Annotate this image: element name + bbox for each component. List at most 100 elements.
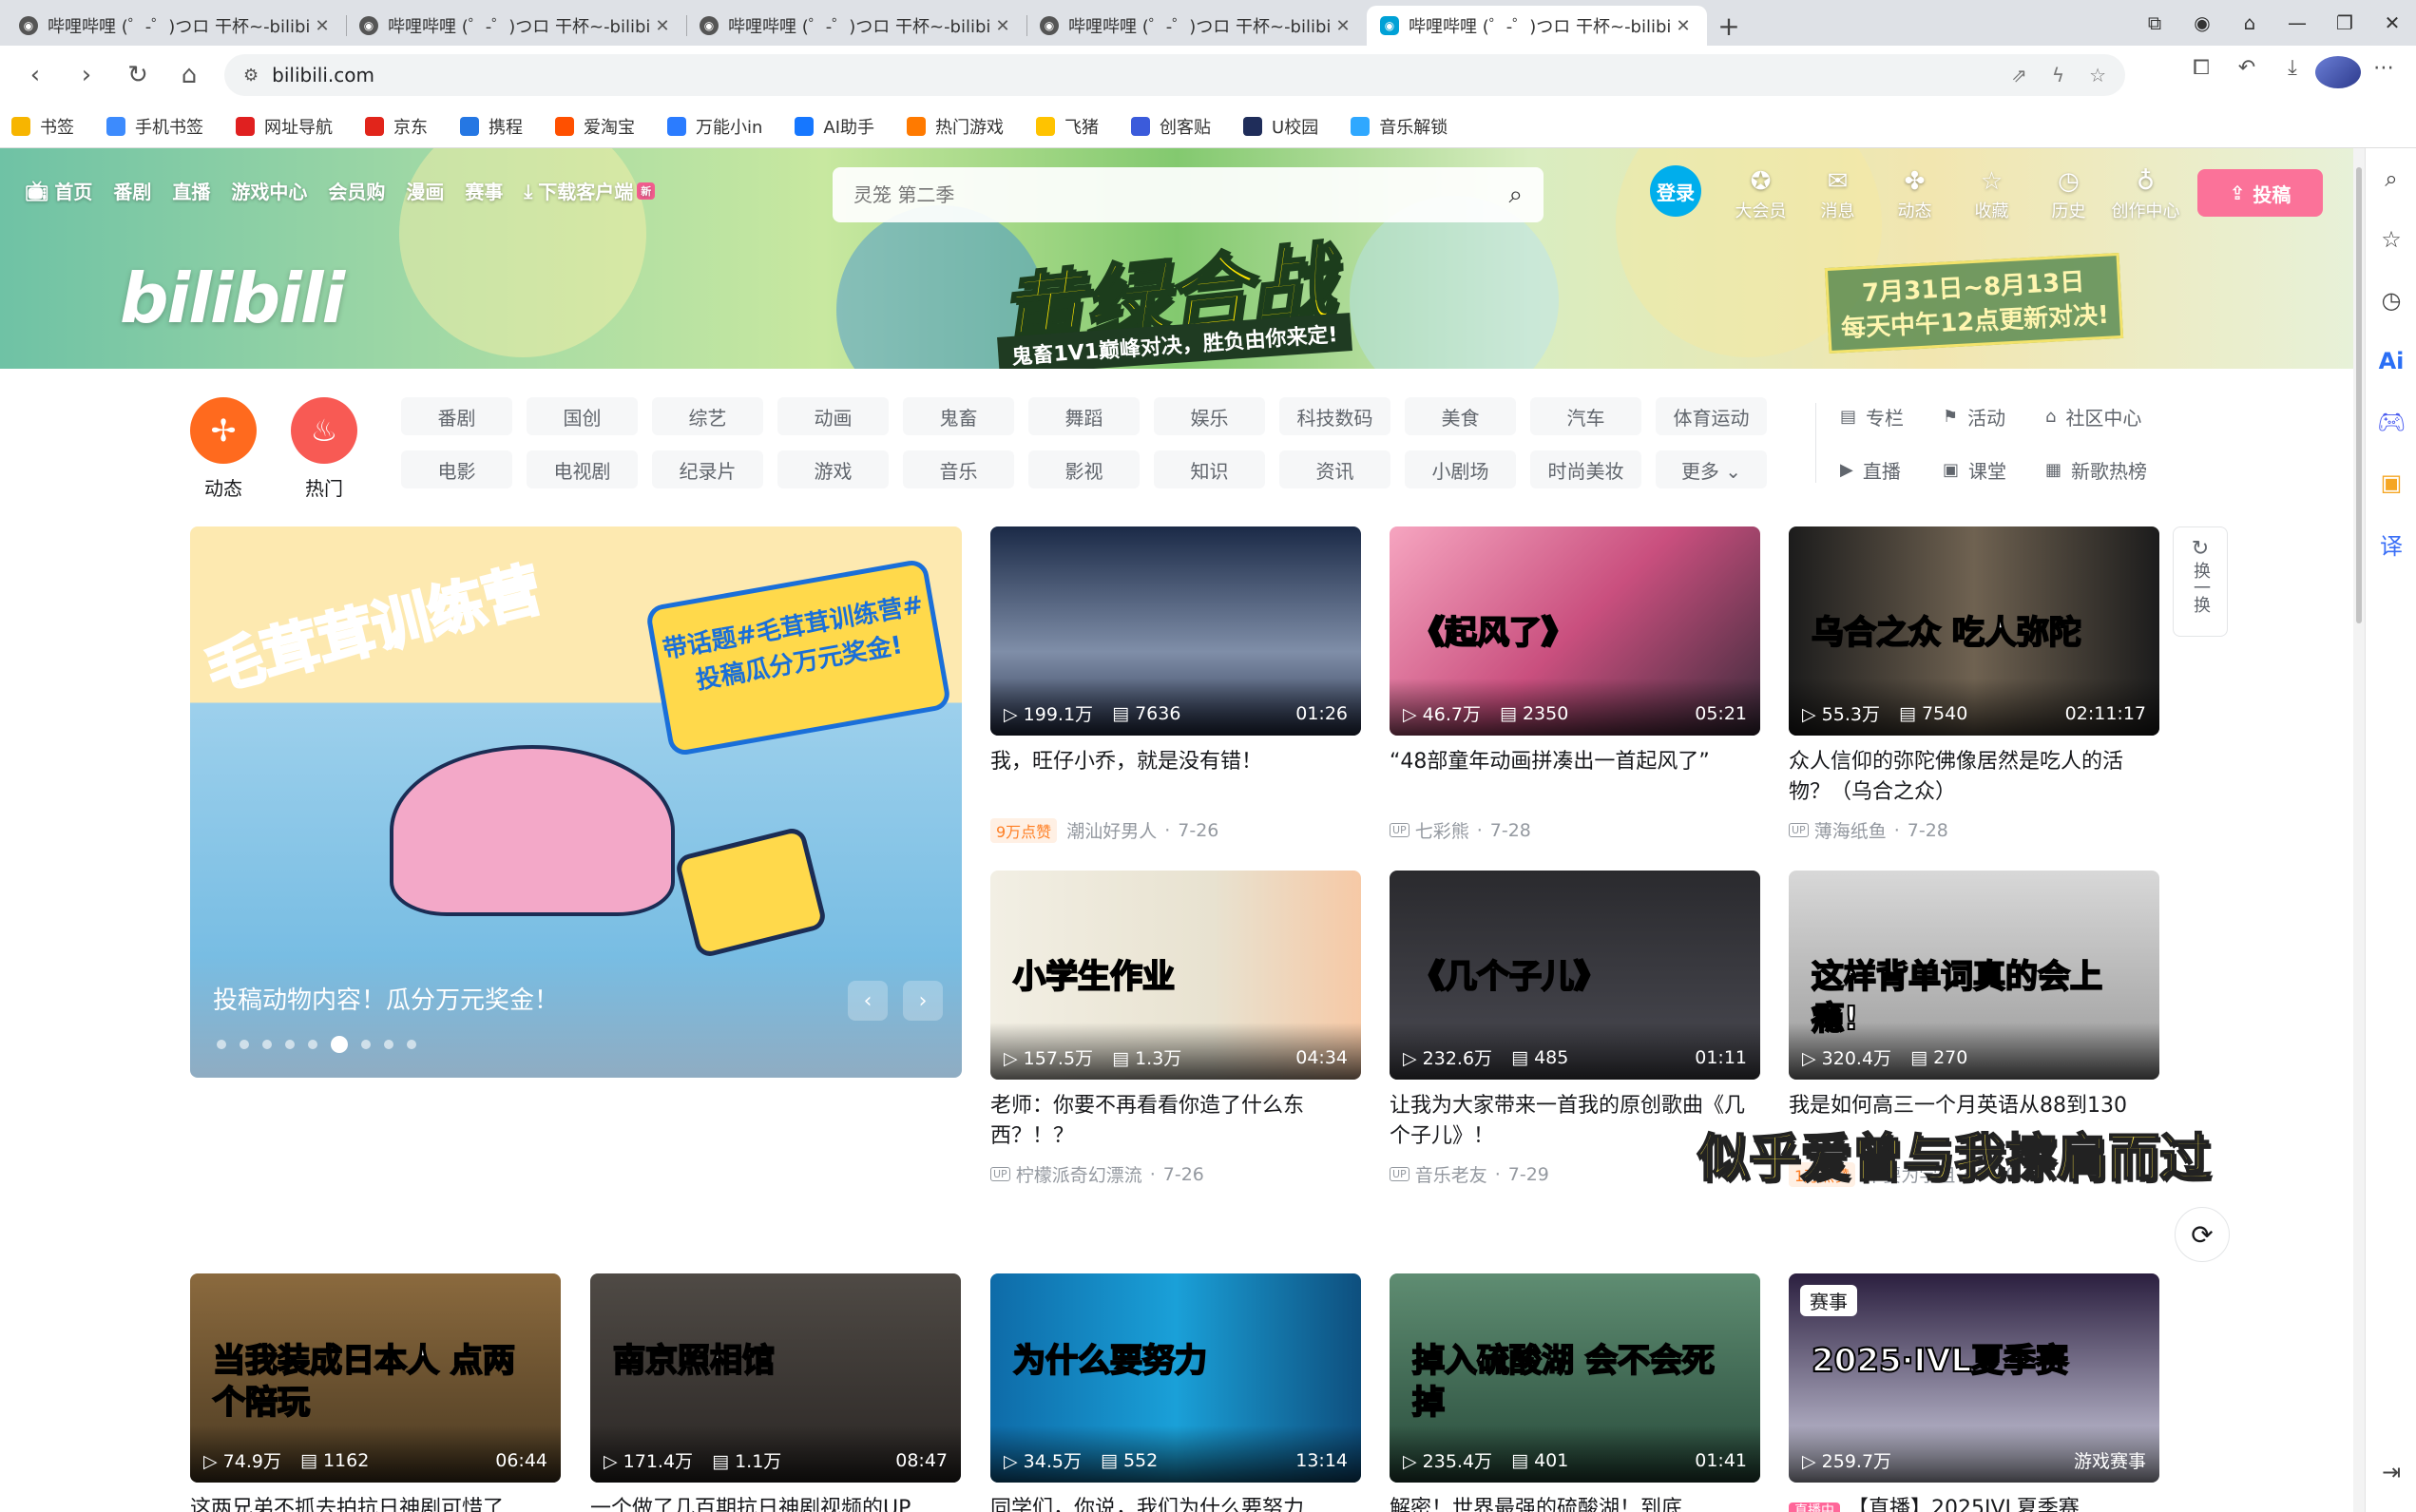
- top-nav-item[interactable]: 直播: [172, 177, 210, 204]
- video-thumbnail[interactable]: 乌合之众 吃人弥陀 ▷ 55.3万 ▤ 7540 02:11:17: [1789, 526, 2159, 736]
- upload-button[interactable]: ⇪ 投稿: [2197, 169, 2323, 217]
- channel-chip[interactable]: 综艺: [652, 397, 763, 435]
- channel-chip[interactable]: 电影: [401, 450, 512, 488]
- carousel-next-button[interactable]: ›: [903, 981, 943, 1021]
- channel-chip[interactable]: 国创: [527, 397, 638, 435]
- channel-chip[interactable]: 汽车: [1530, 397, 1641, 435]
- video-author[interactable]: 音乐老友: [1415, 1161, 1487, 1187]
- video-thumbnail[interactable]: 南京照相馆 ▷ 171.4万 ▤ 1.1万 08:47: [590, 1273, 961, 1483]
- bookmark-item[interactable]: 热门游戏: [907, 114, 1004, 139]
- video-thumbnail[interactable]: ▷ 199.1万 ▤ 7636 01:26: [990, 526, 1361, 736]
- user-nav-item[interactable]: ✉ 消息: [1799, 165, 1876, 222]
- incognito-icon[interactable]: ◉: [2178, 11, 2226, 34]
- search-box[interactable]: ⌕: [833, 167, 1544, 222]
- close-tab-icon[interactable]: ✕: [1333, 16, 1353, 36]
- top-nav-item[interactable]: 📺︎ 首页: [25, 177, 92, 204]
- video-card[interactable]: 小学生作业 ▷ 157.5万 ▤ 1.3万 04:34 老师：你要不再看看你造了什么东西…: [990, 871, 1361, 1187]
- video-thumbnail[interactable]: 这样背单词真的会上瘾! ▷ 320.4万 ▤ 270: [1789, 871, 2159, 1080]
- channel-chip[interactable]: 时尚美妆: [1530, 450, 1641, 488]
- channel-chip[interactable]: 科技数码: [1279, 397, 1390, 435]
- close-window-button[interactable]: ✕: [2368, 11, 2416, 34]
- video-title[interactable]: “48部童年动画拼凑出一首起风了”: [1390, 747, 1760, 808]
- carousel-dot[interactable]: [308, 1040, 317, 1049]
- carousel-dot[interactable]: [240, 1040, 249, 1049]
- video-thumbnail[interactable]: 《起风了》 ▷ 46.7万 ▤ 2350 05:21: [1390, 526, 1760, 736]
- bookmark-item[interactable]: AI助手: [795, 114, 874, 139]
- search-icon[interactable]: ⌕: [1508, 181, 1523, 210]
- bookmark-item[interactable]: 手机书签: [106, 114, 203, 139]
- search-input[interactable]: [853, 183, 1509, 206]
- video-card[interactable]: 《起风了》 ▷ 46.7万 ▤ 2350 05:21 “48部童年动画拼凑出一首起风了”…: [1390, 526, 1760, 843]
- bookmark-item[interactable]: U校园: [1243, 114, 1318, 139]
- translate-icon[interactable]: 译: [2366, 513, 2416, 574]
- user-nav-item[interactable]: ☆ 收藏: [1953, 165, 2030, 222]
- profile-avatar[interactable]: [2315, 56, 2361, 94]
- carousel-dot[interactable]: [217, 1040, 226, 1049]
- carousel-dot[interactable]: [262, 1040, 272, 1049]
- bookmark-item[interactable]: 万能小in: [667, 114, 762, 139]
- browser-tab[interactable]: ◉ 哔哩哔哩 (゜-゜)つロ 干杯~-bilibili ✕: [6, 6, 346, 46]
- video-title[interactable]: 一个做了几百期抗日神剧视频的UP: [590, 1494, 961, 1512]
- channel-chip[interactable]: 电视剧: [527, 450, 638, 488]
- undo-icon[interactable]: ↶: [2224, 56, 2270, 94]
- bookmark-star-icon[interactable]: ☆: [2089, 64, 2106, 86]
- channel-side-link[interactable]: ▣ 课堂: [1943, 450, 2045, 488]
- channel-chip[interactable]: 舞蹈: [1028, 397, 1140, 435]
- star-icon[interactable]: ☆: [2366, 209, 2416, 270]
- refresh-feed-button[interactable]: ↻ 换一换: [2173, 526, 2228, 637]
- channel-chip[interactable]: 纪录片: [652, 450, 763, 488]
- home-icon[interactable]: ⌂: [163, 61, 215, 89]
- banner-carousel[interactable]: 毛茸茸训练营 带话题#毛茸茸训练营# 投稿瓜分万元奖金! 投稿动物内容！瓜分万元…: [190, 526, 962, 1078]
- top-nav-item[interactable]: ⤓ 下载客户端新: [524, 177, 656, 204]
- video-title[interactable]: 老师：你要不再看看你造了什么东西？！？: [990, 1091, 1361, 1152]
- video-title[interactable]: 直播中 【直播】2025IVL夏季赛: [1789, 1494, 2159, 1512]
- close-tab-icon[interactable]: ✕: [1673, 16, 1694, 36]
- carousel-prev-button[interactable]: ‹: [848, 981, 888, 1021]
- forward-icon[interactable]: ›: [61, 61, 112, 89]
- extension-icon[interactable]: ⧉: [2131, 11, 2178, 34]
- history-icon[interactable]: ◷: [2366, 270, 2416, 331]
- user-nav-item[interactable]: ◷ 历史: [2030, 165, 2107, 222]
- browser-tab[interactable]: ◉ 哔哩哔哩 (゜-゜)つロ 干杯~-bilibili ✕: [1026, 6, 1367, 46]
- collapse-sidebar-icon[interactable]: ⇥: [2366, 1442, 2416, 1502]
- channel-side-link[interactable]: ⚑ 活动: [1943, 397, 2045, 435]
- bookmark-item[interactable]: 爱淘宝: [555, 114, 635, 139]
- video-author[interactable]: 七彩熊: [1415, 817, 1469, 843]
- channel-chip[interactable]: 知识: [1154, 450, 1265, 488]
- video-thumbnail[interactable]: 小学生作业 ▷ 157.5万 ▤ 1.3万 04:34: [990, 871, 1361, 1080]
- video-thumbnail[interactable]: 2025·IVL夏季赛 赛事 ▷ 259.7万 游戏赛事: [1789, 1273, 2159, 1483]
- site-info-icon[interactable]: ⚙: [243, 66, 259, 86]
- search-icon[interactable]: ⌕: [2366, 148, 2416, 209]
- bookmark-item[interactable]: 飞猪: [1036, 114, 1099, 139]
- download-icon[interactable]: ⤓: [2270, 56, 2315, 94]
- user-nav-item[interactable]: ✪ 大会员: [1722, 165, 1799, 222]
- top-nav-item[interactable]: 赛事: [465, 177, 503, 204]
- bookmark-item[interactable]: 网址导航: [236, 114, 333, 139]
- bookmark-item[interactable]: 书签: [11, 114, 74, 139]
- bookmark-item[interactable]: 京东: [365, 114, 428, 139]
- url-field[interactable]: ⚙ bilibili.com ⇗ ϟ ☆: [224, 54, 2125, 96]
- carousel-dot[interactable]: [285, 1040, 295, 1049]
- video-title[interactable]: 这两兄弟不抓去拍抗日神剧可惜了: [190, 1494, 561, 1512]
- top-nav-item[interactable]: 番剧: [113, 177, 151, 204]
- channel-chip[interactable]: 小剧场: [1405, 450, 1516, 488]
- share-icon[interactable]: ⇗: [2011, 64, 2027, 86]
- carousel-dot[interactable]: [361, 1040, 371, 1049]
- bilibili-logo[interactable]: bilibili: [120, 258, 345, 338]
- new-tab-button[interactable]: +: [1707, 6, 1751, 46]
- video-card[interactable]: 2025·IVL夏季赛 赛事 ▷ 259.7万 游戏赛事直播中 【直播】2025IVL夏…: [1789, 1273, 2159, 1512]
- video-card[interactable]: 南京照相馆 ▷ 171.4万 ▤ 1.1万 08:47 一个做了几百期抗日神剧视频的UP: [590, 1273, 961, 1512]
- top-nav-item[interactable]: 漫画: [406, 177, 444, 204]
- reload-icon[interactable]: ↻: [112, 61, 163, 89]
- bookmark-item[interactable]: 携程: [460, 114, 523, 139]
- page-scrollbar[interactable]: [2353, 148, 2365, 1512]
- menu-icon[interactable]: ⋯: [2361, 56, 2406, 94]
- video-thumbnail[interactable]: 为什么要努力 ▷ 34.5万 ▤ 552 13:14: [990, 1273, 1361, 1483]
- top-nav-item[interactable]: 会员购: [328, 177, 385, 204]
- channel-chip[interactable]: 体育运动: [1656, 397, 1767, 435]
- minimize-button[interactable]: —: [2273, 11, 2321, 34]
- channel-side-link[interactable]: ▶ 直播: [1840, 450, 1943, 488]
- browser-tab[interactable]: ◉ 哔哩哔哩 (゜-゜)つロ 干杯~-bilibili ✕: [346, 6, 686, 46]
- video-author[interactable]: 柠檬派奇幻漂流: [1016, 1161, 1142, 1187]
- channel-chip[interactable]: 鬼畜: [903, 397, 1014, 435]
